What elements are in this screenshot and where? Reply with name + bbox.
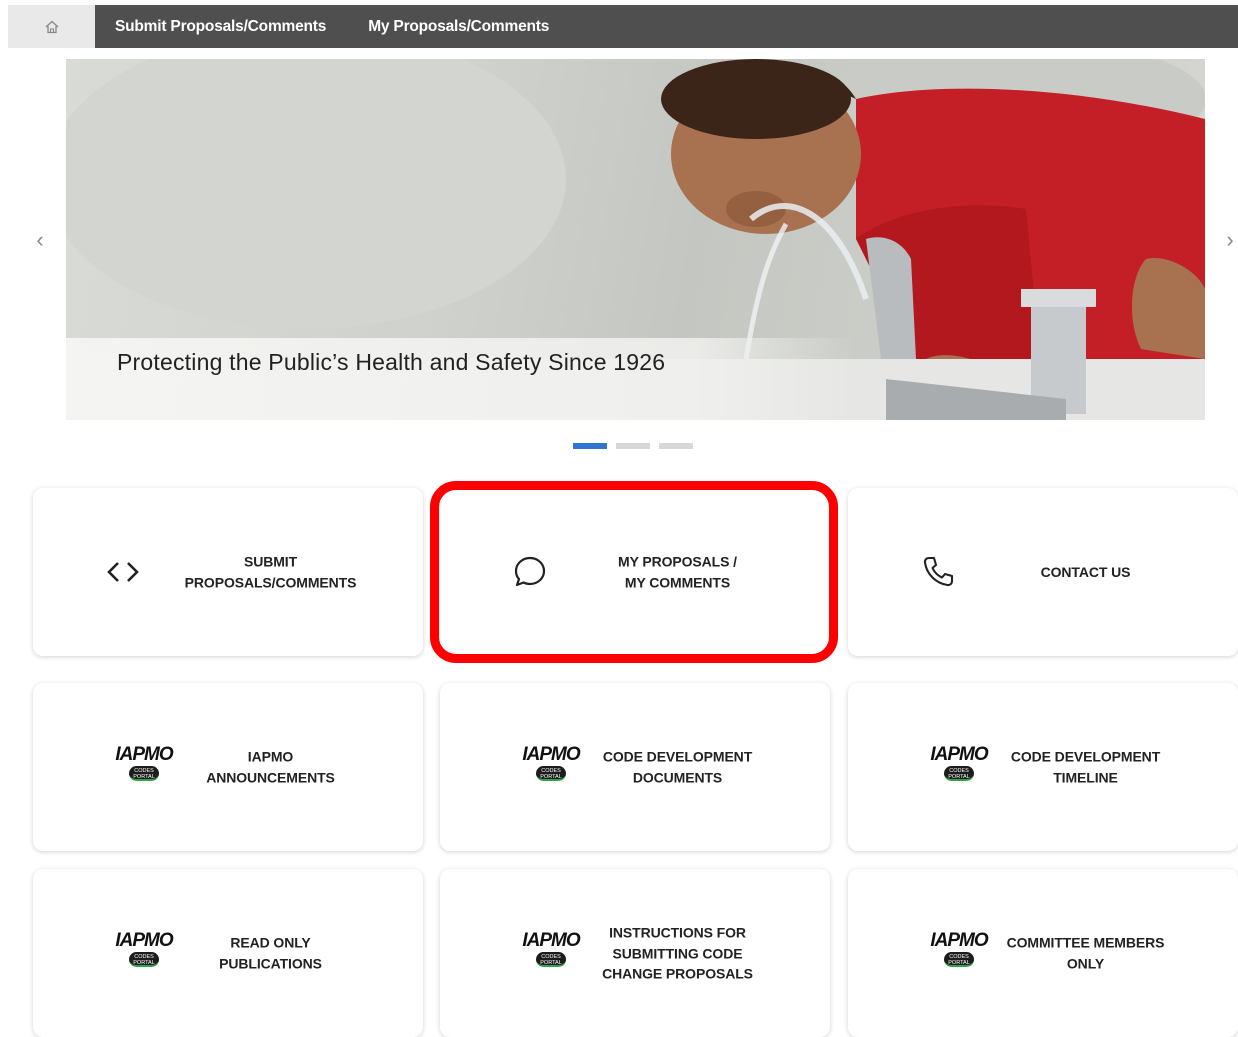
home-icon xyxy=(45,20,58,33)
tile-label: SUBMIT PROPOSALS/COMMENTS xyxy=(184,553,357,591)
tile-label: MY PROPOSALS / MY COMMENTS xyxy=(618,553,737,591)
carousel-indicator-1[interactable] xyxy=(573,443,607,449)
hero-carousel-slide: Protecting the Public’s Health and Safet… xyxy=(66,59,1205,420)
code-brackets-icon xyxy=(103,552,143,592)
carousel-prev-button[interactable]: ‹ xyxy=(30,227,50,252)
carousel-indicators xyxy=(573,443,693,449)
tile-iapmo-announcements[interactable]: IAPMO CODES PORTAL IAPMO ANNOUNCEMENTS xyxy=(33,683,423,851)
tile-label: INSTRUCTIONS FOR SUBMITTING CODE CHANGE … xyxy=(602,924,753,982)
speech-bubble-icon xyxy=(510,552,550,592)
tile-read-only-publications[interactable]: IAPMO CODES PORTAL READ ONLY PUBLICATION… xyxy=(33,869,423,1037)
tile-label: CONTACT US xyxy=(1040,563,1131,580)
carousel-indicator-3[interactable] xyxy=(659,443,693,449)
carousel-indicator-2[interactable] xyxy=(616,443,650,449)
tile-contact-us[interactable]: CONTACT US xyxy=(848,488,1238,656)
home-button[interactable] xyxy=(8,5,95,48)
chevron-left-icon: ‹ xyxy=(36,227,44,252)
nav-submit-proposals[interactable]: Submit Proposals/Comments xyxy=(115,18,326,36)
carousel-next-button[interactable]: › xyxy=(1220,227,1238,252)
phone-icon xyxy=(918,552,958,592)
tile-label: CODE DEVELOPMENT TIMELINE xyxy=(1010,748,1161,786)
chevron-right-icon: › xyxy=(1226,227,1234,252)
tile-code-development-timeline[interactable]: IAPMO CODES PORTAL CODE DEVELOPMENT TIME… xyxy=(848,683,1238,851)
tile-committee-members-only[interactable]: IAPMO CODES PORTAL COMMITTEE MEMBERS ONL… xyxy=(848,869,1238,1037)
tile-instructions[interactable]: IAPMO CODES PORTAL INSTRUCTIONS FOR SUBM… xyxy=(440,869,830,1037)
tile-label: CODE DEVELOPMENT DOCUMENTS xyxy=(602,748,753,786)
tile-label: COMMITTEE MEMBERS ONLY xyxy=(1006,934,1165,972)
top-nav-bar: Submit Proposals/Comments My Proposals/C… xyxy=(8,5,1238,48)
nav-my-proposals[interactable]: My Proposals/Comments xyxy=(368,18,549,36)
tile-code-development-documents[interactable]: IAPMO CODES PORTAL CODE DEVELOPMENT DOCU… xyxy=(440,683,830,851)
tile-label: READ ONLY PUBLICATIONS xyxy=(219,934,322,972)
hero-caption: Protecting the Public’s Health and Safet… xyxy=(117,349,666,375)
tile-submit-proposals[interactable]: SUBMIT PROPOSALS/COMMENTS xyxy=(33,488,423,656)
tile-label: IAPMO ANNOUNCEMENTS xyxy=(206,748,335,786)
tile-my-proposals[interactable]: MY PROPOSALS / MY COMMENTS xyxy=(440,488,830,656)
